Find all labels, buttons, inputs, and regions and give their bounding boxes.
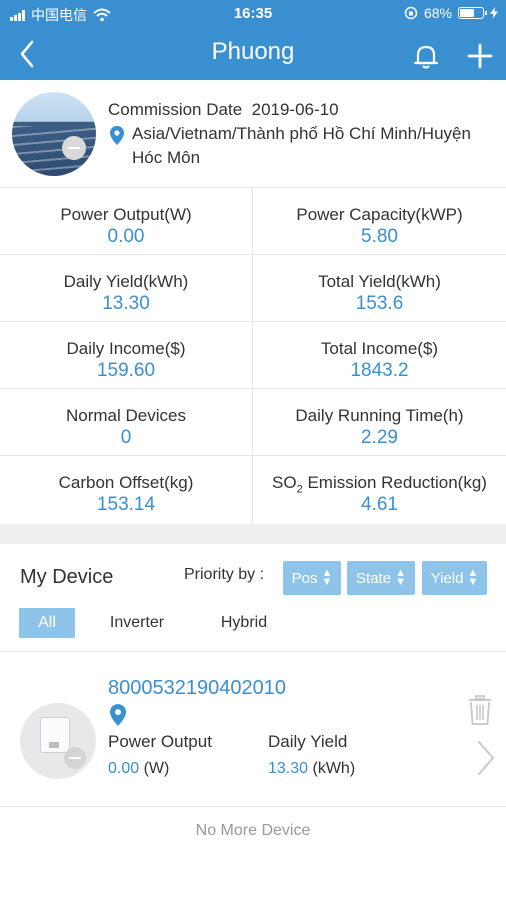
device-serial[interactable]: 8000532190402010 xyxy=(108,677,286,700)
location-text: Asia/Vietnam/Thành phố Hồ Chí Minh/Huyện… xyxy=(132,124,471,167)
stat-daily-yield: Daily Yield(kWh) 13.30 xyxy=(0,255,253,322)
commission-date: Commission Date 2019-06-10 xyxy=(108,100,339,119)
remove-photo-icon[interactable] xyxy=(62,136,86,160)
sort-icon: ▲ ▼ xyxy=(321,567,333,588)
charging-icon xyxy=(490,7,498,19)
trash-icon[interactable] xyxy=(466,694,494,726)
divider xyxy=(0,651,506,652)
device-power-output-value: 0.00 (W) xyxy=(108,760,170,777)
device-daily-yield-value: 13.30 (kWh) xyxy=(268,760,356,777)
stat-power-capacity: Power Capacity(kWP) 5.80 xyxy=(253,188,506,255)
location-pin-icon[interactable] xyxy=(110,704,126,726)
stat-carbon-offset: Carbon Offset(kg) 153.14 xyxy=(0,456,253,523)
stat-power-output: Power Output(W) 0.00 xyxy=(0,188,253,255)
divider xyxy=(0,806,506,807)
remove-device-photo-icon[interactable] xyxy=(64,747,86,769)
chevron-right-icon[interactable] xyxy=(474,738,498,778)
my-device-title: My Device xyxy=(20,566,114,588)
priority-label: Priority by : xyxy=(184,566,265,583)
plant-location: Asia/Vietnam/Thành phố Hồ Chí Minh/Huyện… xyxy=(108,122,498,170)
bell-icon[interactable] xyxy=(410,40,442,72)
stat-daily-running-time: Daily Running Time(h) 2.29 xyxy=(253,389,506,456)
location-pin-icon xyxy=(110,126,124,145)
device-daily-yield-label: Daily Yield xyxy=(268,732,348,751)
top-bar: 中国电信 16:35 68% Phuong xyxy=(0,0,506,80)
status-bar: 中国电信 16:35 68% xyxy=(0,0,506,28)
sort-icon: ▲ ▼ xyxy=(467,567,479,588)
tab-all[interactable]: All xyxy=(19,608,75,638)
device-photo[interactable] xyxy=(20,703,96,779)
plant-photo[interactable] xyxy=(12,92,96,176)
plus-icon[interactable] xyxy=(464,40,496,72)
stat-total-income: Total Income($) 1843.2 xyxy=(253,322,506,389)
no-more-device-text: No More Device xyxy=(195,822,311,839)
battery-icon xyxy=(458,7,487,19)
tab-inverter[interactable]: Inverter xyxy=(96,608,178,638)
stat-daily-income: Daily Income($) 159.60 xyxy=(0,322,253,389)
priority-yield-button[interactable]: Yield ▲ ▼ xyxy=(422,561,487,595)
section-separator xyxy=(0,524,506,544)
stat-normal-devices: Normal Devices 0 xyxy=(0,389,253,456)
priority-state-button[interactable]: State ▲ ▼ xyxy=(347,561,415,595)
sort-icon: ▲ ▼ xyxy=(395,567,406,588)
stat-so2-emission-reduction: SO2 Emission Reduction(kg) 4.61 xyxy=(272,473,487,515)
inverter-icon xyxy=(40,717,70,753)
nav-bar: Phuong xyxy=(0,28,506,80)
priority-pos-button[interactable]: Pos ▲ ▼ xyxy=(283,561,341,595)
battery-percent: 68% xyxy=(423,5,452,21)
tab-hybrid[interactable]: Hybrid xyxy=(206,608,282,638)
orientation-lock-icon xyxy=(404,6,418,20)
device-power-output-label: Power Output xyxy=(108,732,212,751)
stat-total-yield: Total Yield(kWh) 153.6 xyxy=(253,255,506,322)
